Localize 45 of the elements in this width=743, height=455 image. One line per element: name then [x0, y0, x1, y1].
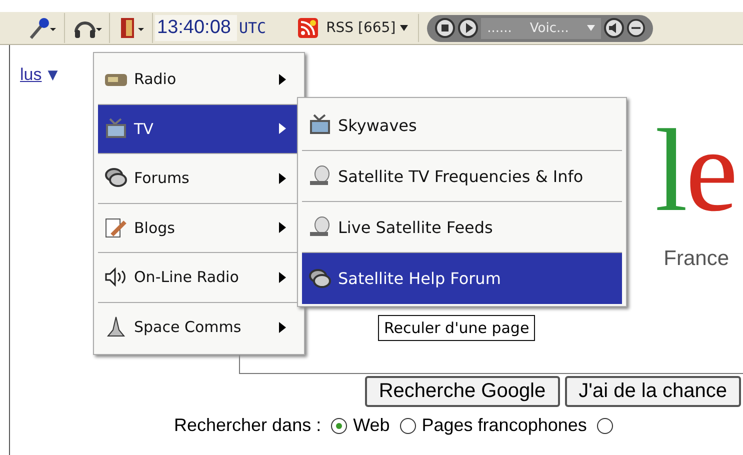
radio-button[interactable]: [331, 418, 348, 434]
menu-item[interactable]: Skywaves: [302, 100, 622, 151]
menu-item[interactable]: Satellite TV Frequencies & Info: [302, 151, 622, 202]
time-zone: UTC: [238, 19, 266, 37]
search-button[interactable]: J'ai de la chance: [564, 376, 741, 407]
search-scope-label: Rechercher dans :: [174, 415, 322, 436]
caret-icon: [586, 25, 595, 31]
radio-button[interactable]: [596, 418, 613, 434]
radio-label: Web: [353, 415, 390, 436]
play-button[interactable]: [458, 18, 478, 38]
satellite-dish-icon: [308, 165, 332, 187]
book-icon: [118, 16, 146, 40]
minus-button[interactable]: [626, 19, 645, 37]
chat-icon: [104, 167, 128, 190]
tooltip: Reculer d'une page: [378, 315, 536, 341]
caret-icon: ▼: [48, 68, 58, 83]
submenu-arrow-icon: [279, 172, 286, 184]
chat-icon: [308, 268, 332, 290]
caret-icon: [400, 25, 408, 32]
rss-icon: [298, 18, 318, 38]
rss-button[interactable]: RSS [665]: [324, 14, 420, 42]
speaker-icon: [104, 266, 128, 288]
submenu-arrow-icon: [279, 272, 286, 283]
submenu-arrow-icon: [279, 74, 286, 85]
rocket-icon: [104, 316, 128, 338]
logo: le: [654, 104, 737, 238]
microphone-icon: [28, 16, 58, 40]
stop-button[interactable]: [435, 18, 456, 38]
submenu-arrow-icon: [279, 222, 286, 234]
tv-icon: [308, 114, 332, 136]
submenu-arrow-icon: [279, 322, 286, 333]
logo-subtitle: France: [664, 247, 729, 271]
radio-button[interactable]: [400, 418, 416, 434]
search-button[interactable]: Recherche Google: [364, 376, 560, 407]
submenu-arrow-icon: [279, 123, 286, 134]
volume-button[interactable]: [604, 18, 624, 38]
more-link[interactable]: lus: [20, 65, 42, 85]
radio-label: Pages francophones: [422, 415, 587, 436]
clock-time: 13:40:08: [155, 15, 237, 41]
tv-icon: [104, 118, 128, 140]
blog-icon: [104, 216, 128, 239]
menu-item[interactable]: Satellite Help Forum: [302, 253, 622, 304]
menu-item[interactable]: Space Comms: [98, 302, 300, 352]
menu-item[interactable]: TV: [98, 104, 300, 154]
satellite-dish-icon: [308, 216, 332, 238]
